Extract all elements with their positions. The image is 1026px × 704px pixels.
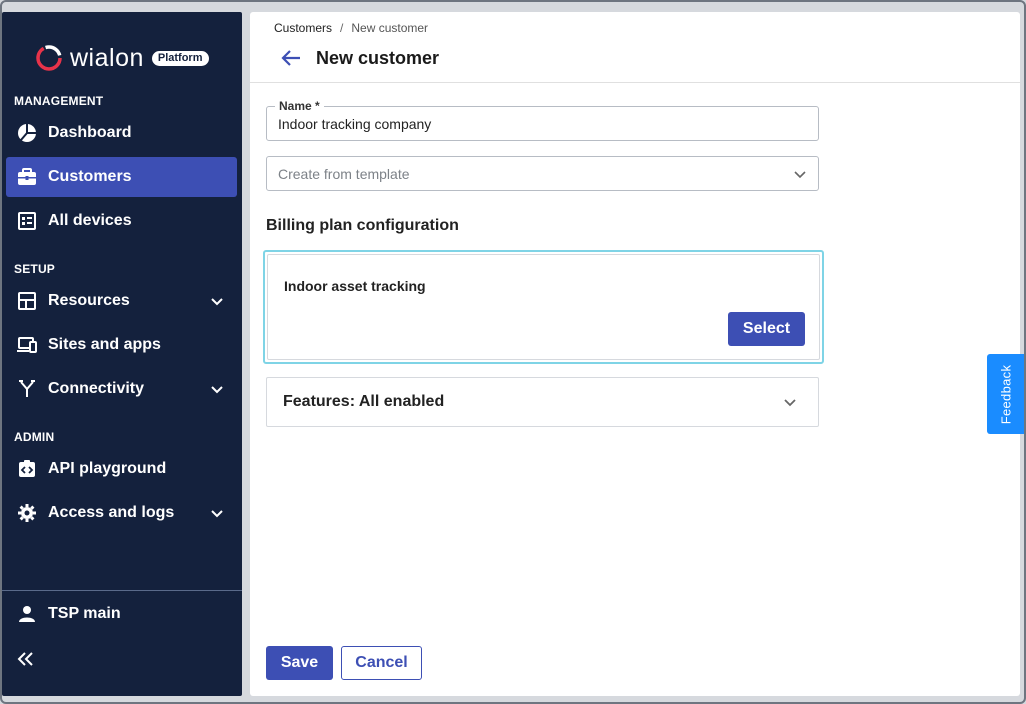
breadcrumb: Customers / New customer [274, 21, 428, 35]
sidebar-item-label: Access and logs [48, 504, 175, 521]
sidebar-item-all-devices[interactable]: All devices [6, 201, 237, 241]
section-label-management: MANAGEMENT [14, 94, 104, 108]
sidebar-item-label: Resources [48, 292, 130, 309]
sidebar-item-connectivity[interactable]: Connectivity [6, 369, 237, 409]
billing-plan-card-highlight: Indoor asset tracking Select [263, 250, 824, 364]
name-field-label: Name * [275, 99, 324, 113]
dashboard-pie-icon [16, 122, 38, 144]
resources-layout-icon [16, 290, 38, 312]
brand-name: wialon [70, 43, 144, 72]
chevron-down-icon[interactable] [209, 293, 225, 309]
billing-plan-title: Billing plan configuration [266, 217, 459, 234]
arrow-left-icon[interactable] [278, 46, 304, 70]
sidebar-item-sites-and-apps[interactable]: Sites and apps [6, 325, 237, 365]
template-select-placeholder: Create from template [278, 166, 410, 182]
gear-icon [16, 502, 38, 524]
person-icon [16, 603, 38, 625]
title-row: New customer [278, 46, 439, 70]
sidebar-user-label: TSP main [48, 605, 121, 622]
chevron-down-icon[interactable] [209, 381, 225, 397]
connectivity-fork-icon [16, 378, 38, 400]
chevron-down-icon[interactable] [209, 505, 225, 521]
section-label-setup: SETUP [14, 262, 56, 276]
sidebar-item-label: API playground [48, 460, 167, 477]
template-select[interactable]: Create from template [266, 156, 819, 191]
feedback-label: Feedback [998, 364, 1013, 424]
sidebar-item-dashboard[interactable]: Dashboard [6, 113, 237, 153]
sidebar-item-resources[interactable]: Resources [6, 281, 237, 321]
sidebar-divider [2, 590, 242, 591]
save-button[interactable]: Save [266, 646, 333, 680]
breadcrumb-link-customers[interactable]: Customers [274, 21, 332, 35]
sidebar-item-label: All devices [48, 212, 132, 229]
sidebar-user[interactable]: TSP main [6, 594, 237, 634]
features-label: Features: All enabled [283, 393, 445, 410]
sidebar-item-customers[interactable]: Customers [6, 157, 237, 197]
section-label-admin: ADMIN [14, 430, 55, 444]
breadcrumb-separator: / [340, 21, 344, 35]
billing-plan-card[interactable]: Indoor asset tracking Select [267, 254, 820, 360]
briefcase-icon [16, 166, 38, 188]
sidebar-item-label: Customers [48, 168, 132, 185]
devices-list-icon [16, 210, 38, 232]
header-divider [250, 82, 1020, 83]
sites-devices-icon [16, 334, 38, 356]
name-field[interactable]: Name * Indoor tracking company [266, 99, 819, 141]
wialon-logo-icon [36, 45, 62, 71]
feedback-tab[interactable]: Feedback [987, 354, 1024, 434]
chevron-down-icon[interactable] [792, 166, 808, 182]
sidebar: wialon Platform MANAGEMENT Dashboard Cus… [2, 12, 242, 696]
brand-logo[interactable]: wialon Platform [34, 42, 209, 74]
chevron-down-icon[interactable] [782, 394, 798, 410]
sidebar-item-access-and-logs[interactable]: Access and logs [6, 493, 237, 533]
main-panel: Customers / New customer New customer Na… [250, 12, 1020, 696]
api-code-icon [16, 458, 38, 480]
page-title: New customer [316, 47, 440, 68]
features-accordion[interactable]: Features: All enabled [266, 377, 819, 427]
sidebar-item-label: Connectivity [48, 380, 145, 397]
breadcrumb-current: New customer [351, 21, 429, 35]
double-chevron-left-icon[interactable] [17, 651, 35, 667]
brand-badge: Platform [151, 50, 209, 66]
name-field-value[interactable]: Indoor tracking company [278, 116, 431, 132]
sidebar-item-label: Dashboard [48, 124, 132, 141]
sidebar-item-api-playground[interactable]: API playground [6, 449, 237, 489]
sidebar-item-label: Sites and apps [48, 336, 161, 353]
cancel-button[interactable]: Cancel [341, 646, 422, 680]
select-plan-button[interactable]: Select [728, 312, 805, 346]
plan-title: Indoor asset tracking [284, 278, 426, 294]
